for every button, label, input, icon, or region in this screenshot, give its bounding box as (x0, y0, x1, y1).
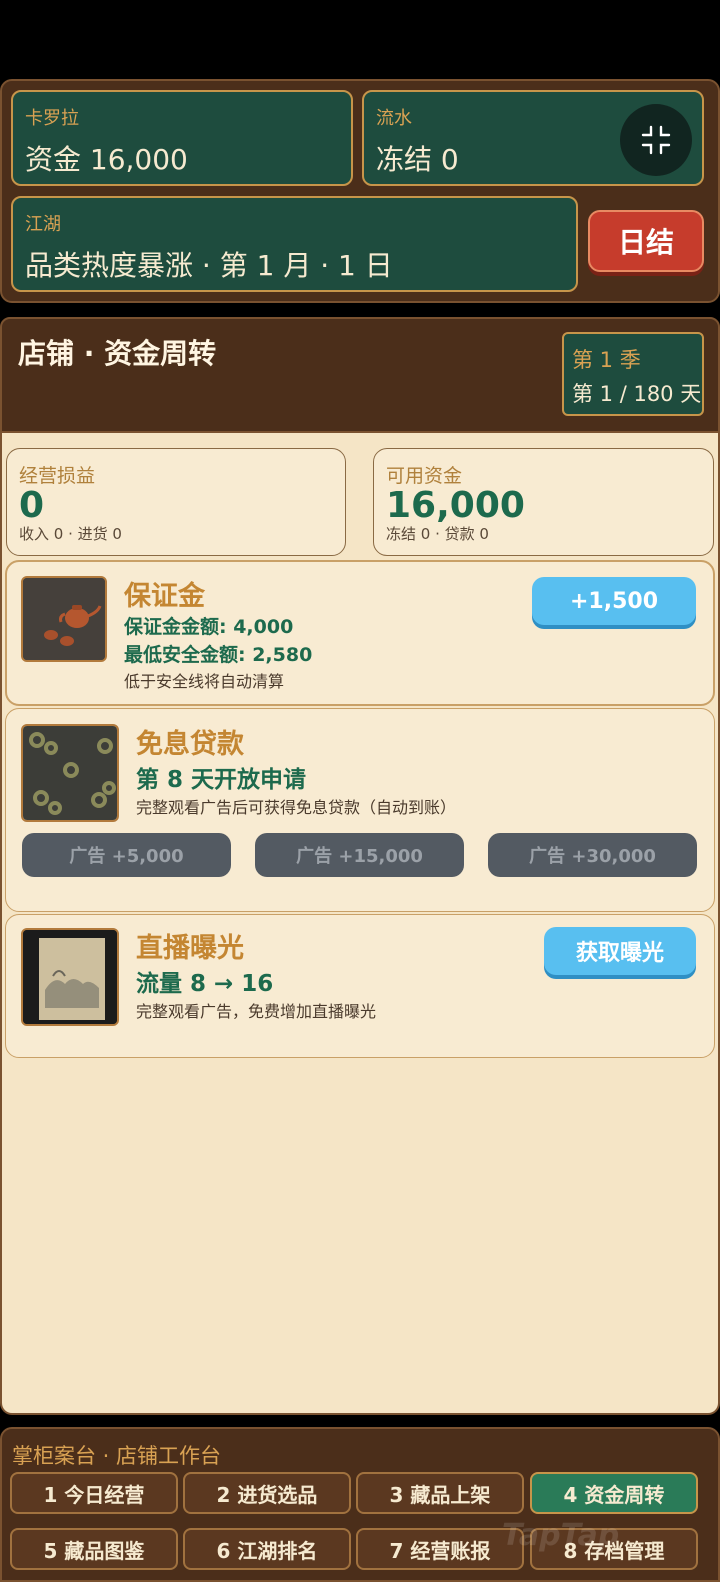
minimize-button[interactable] (620, 104, 692, 176)
profit-sub: 收入 0 · 进货 0 (19, 525, 122, 543)
funds-value: 资金 16,000 (25, 143, 188, 176)
loan-ad-5000-button[interactable]: 广告 +5,000 (22, 833, 231, 877)
tab-purchase[interactable]: 2 进货选品 (183, 1472, 351, 1514)
available-value: 16,000 (386, 485, 525, 526)
event-text: 品类热度暴涨 · 第 1 月 · 1 日 (25, 249, 393, 282)
tab-listing[interactable]: 3 藏品上架 (356, 1472, 524, 1514)
deposit-note: 低于安全线将自动清算 (124, 672, 285, 691)
player-name: 卡罗拉 (25, 108, 79, 129)
loan-note: 完整观看广告后可获得免息贷款（自动到账） (136, 798, 457, 817)
nav-title: 掌柜案台 · 店铺工作台 (12, 1444, 222, 1468)
live-title: 直播曝光 (136, 933, 244, 964)
loan-title: 免息贷款 (136, 729, 244, 760)
loan-ad-15000-button[interactable]: 广告 +15,000 (255, 833, 464, 877)
profit-label: 经营损益 (19, 465, 96, 487)
coins-image (21, 724, 119, 822)
day-counter: 第 1 / 180 天 (572, 382, 702, 406)
loan-ad-30000-button[interactable]: 广告 +30,000 (488, 833, 697, 877)
live-note: 完整观看广告，免费增加直播曝光 (136, 1002, 377, 1021)
add-deposit-button[interactable]: +1,500 (532, 577, 696, 625)
season-label: 第 1 季 (572, 348, 641, 372)
page-title: 店铺 · 资金周转 (18, 337, 217, 370)
tab-capital[interactable]: 4 资金周转 (530, 1472, 698, 1514)
profit-value: 0 (19, 485, 45, 526)
live-traffic: 流量 8 → 16 (136, 971, 274, 997)
teapot-image (21, 576, 107, 662)
frozen-value: 冻结 0 (376, 143, 459, 176)
deposit-amount: 保证金金额: 4,000 (124, 616, 294, 638)
deposit-min-safe: 最低安全金额: 2,580 (124, 644, 313, 666)
available-funds-stat: 可用资金 16,000 冻结 0 · 贷款 0 (373, 448, 714, 556)
season-badge: 第 1 季 第 1 / 180 天 (562, 332, 704, 416)
deposit-title: 保证金 (124, 581, 205, 612)
tab-ranking[interactable]: 6 江湖排名 (183, 1528, 351, 1570)
jianghu-label: 江湖 (25, 214, 61, 235)
loan-open-day: 第 8 天开放申请 (136, 767, 307, 793)
profit-stat: 经营损益 0 收入 0 · 进货 0 (6, 448, 346, 556)
day-end-button[interactable]: 日结 (588, 210, 704, 272)
available-label: 可用资金 (386, 465, 463, 487)
tab-today[interactable]: 1 今日经营 (10, 1472, 178, 1514)
funds-panel: 卡罗拉 资金 16,000 (11, 90, 353, 186)
get-exposure-button[interactable]: 获取曝光 (544, 927, 696, 975)
painting-image (21, 928, 119, 1026)
watermark: TapTap (502, 1518, 620, 1553)
tab-catalog[interactable]: 5 藏品图鉴 (10, 1528, 178, 1570)
jianghu-panel: 江湖 品类热度暴涨 · 第 1 月 · 1 日 (11, 196, 578, 292)
available-sub: 冻结 0 · 贷款 0 (386, 525, 489, 543)
tab-report[interactable]: 7 经营账报 (356, 1528, 524, 1570)
flow-panel: 流水 冻结 0 (362, 90, 704, 186)
flow-label: 流水 (376, 108, 412, 129)
collapse-icon (641, 125, 671, 155)
